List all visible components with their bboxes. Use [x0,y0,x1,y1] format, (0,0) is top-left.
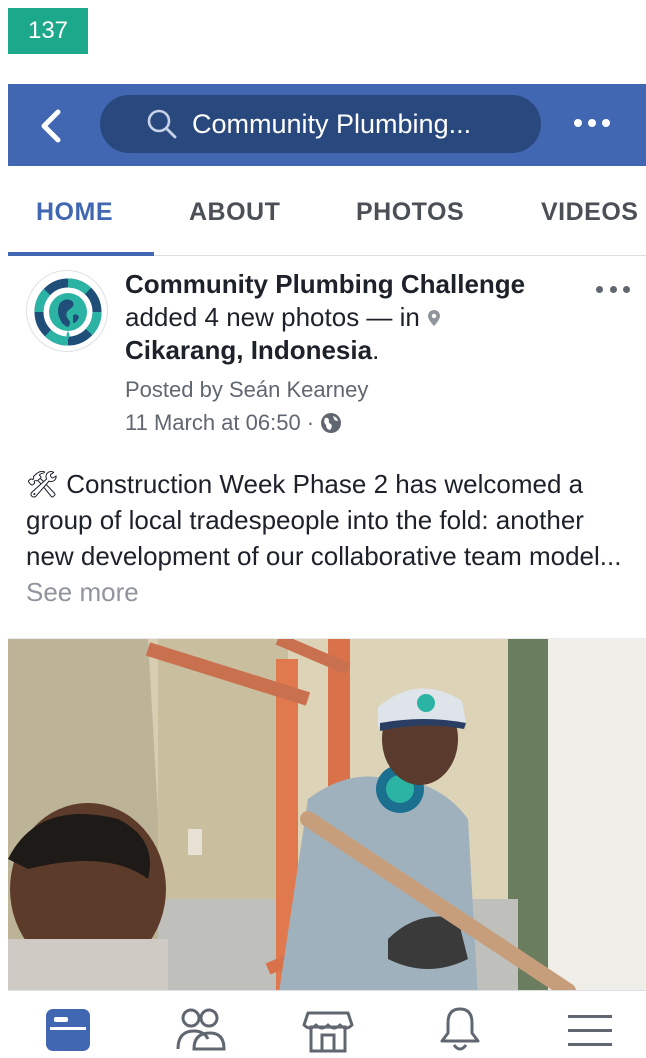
location-pin-icon [428,310,441,326]
community-plumbing-logo-icon [34,278,102,346]
post-options-button[interactable] [596,284,630,294]
timestamp-row: 11 March at 06:50 · [125,407,585,439]
chevron-left-icon [41,109,61,143]
see-more-link[interactable]: See more [26,577,139,607]
marketplace-icon [302,1011,354,1053]
tab-about[interactable]: ABOUT [189,198,280,227]
nav-notifications[interactable] [434,1005,486,1055]
tab-home[interactable]: HOME [36,198,113,227]
posted-by: Posted by Seán Kearney [125,377,369,402]
step-badge: 137 [8,8,88,54]
post-body: 🛠 Construction Week Phase 2 has welcomed… [26,466,626,610]
nav-news-feed[interactable] [42,1005,94,1055]
bottom-navigation [8,990,646,1058]
location-suffix: . [372,335,380,365]
location-link[interactable]: Cikarang, Indonesia [125,335,372,365]
post-body-text: Construction Week Phase 2 has welcomed a… [26,469,622,571]
tab-photos[interactable]: PHOTOS [356,198,464,227]
dot-icon [623,285,630,293]
post-timestamp[interactable]: 11 March at 06:50 · [125,407,314,439]
dot-icon [588,119,596,127]
active-tab-indicator [8,252,154,256]
dot-icon [574,119,582,127]
nav-friends[interactable] [174,1005,226,1055]
nav-marketplace[interactable] [302,1005,354,1055]
dot-icon [602,119,610,127]
search-icon [147,109,177,139]
post-headline: Community Plumbing Challenge added 4 new… [125,268,585,367]
menu-icon [568,1015,612,1046]
search-bar[interactable]: Community Plumbing... [100,95,541,153]
top-header: Community Plumbing... [8,84,646,166]
post-meta: Community Plumbing Challenge added 4 new… [125,268,585,439]
nav-menu[interactable] [564,1005,616,1055]
globe-icon [321,413,342,433]
tab-videos[interactable]: VIDEOS [541,198,638,227]
post-action-text: added 4 new photos — in [125,302,420,332]
dot-icon [596,285,603,293]
page: 137 Community Plumbing... HOME ABOUT PHO… [0,0,646,1058]
search-text: Community Plumbing... [192,108,472,139]
post-photo[interactable] [8,638,646,990]
page-name-link[interactable]: Community Plumbing Challenge [125,269,525,299]
construction-photo [8,639,646,990]
more-options-button[interactable] [574,112,610,134]
page-tabs: HOME ABOUT PHOTOS VIDEOS [8,166,646,256]
friends-icon [176,1008,226,1051]
tools-emoji: 🛠 [26,469,60,499]
dot-icon [609,285,617,293]
page-avatar[interactable] [26,270,108,352]
news-feed-icon [46,1009,90,1051]
back-button[interactable] [34,108,68,144]
notifications-icon [440,1007,480,1051]
